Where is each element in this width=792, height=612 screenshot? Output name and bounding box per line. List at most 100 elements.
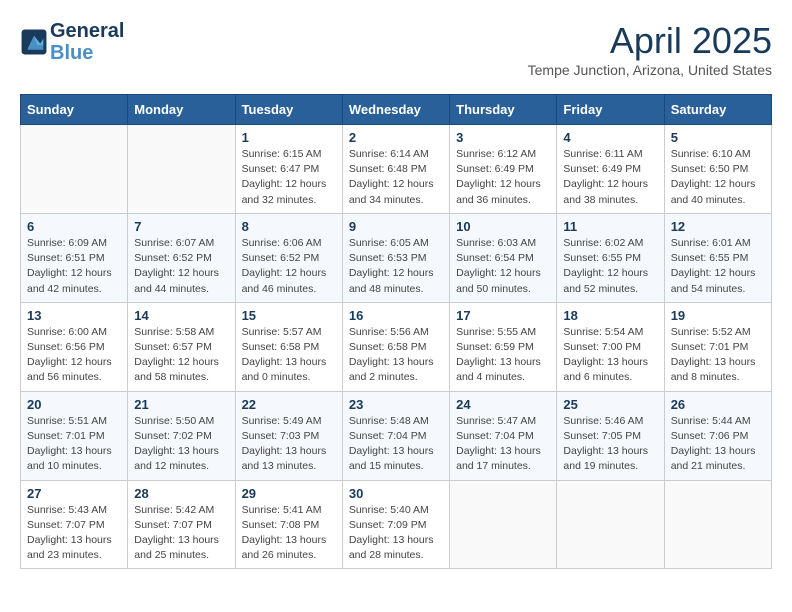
day-number: 15 (242, 308, 336, 323)
day-info: Sunrise: 6:07 AM Sunset: 6:52 PM Dayligh… (134, 236, 228, 297)
day-number: 20 (27, 397, 121, 412)
day-info: Sunrise: 6:05 AM Sunset: 6:53 PM Dayligh… (349, 236, 443, 297)
weekday-header-saturday: Saturday (664, 95, 771, 125)
calendar-cell: 10 Sunrise: 6:03 AM Sunset: 6:54 PM Dayli… (450, 213, 557, 302)
calendar-cell: 16Sunrise: 5:56 AM Sunset: 6:58 PM Dayli… (342, 302, 449, 391)
day-info: Sunrise: 5:47 AM Sunset: 7:04 PM Dayligh… (456, 414, 550, 475)
calendar-cell: 7 Sunrise: 6:07 AM Sunset: 6:52 PM Daylig… (128, 213, 235, 302)
calendar-cell: 9 Sunrise: 6:05 AM Sunset: 6:53 PM Daylig… (342, 213, 449, 302)
day-info: Sunrise: 5:43 AM Sunset: 7:07 PM Dayligh… (27, 503, 121, 564)
weekday-header-wednesday: Wednesday (342, 95, 449, 125)
day-number: 13 (27, 308, 121, 323)
weekday-header-sunday: Sunday (21, 95, 128, 125)
calendar-cell: 20 Sunrise: 5:51 AM Sunset: 7:01 PM Dayli… (21, 391, 128, 480)
day-number: 17 (456, 308, 550, 323)
day-info: Sunrise: 5:42 AM Sunset: 7:07 PM Dayligh… (134, 503, 228, 564)
weekday-header-tuesday: Tuesday (235, 95, 342, 125)
logo-text-general: General (50, 20, 124, 42)
calendar-cell: 27 Sunrise: 5:43 AM Sunset: 7:07 PM Dayli… (21, 480, 128, 569)
calendar-cell: 22 Sunrise: 5:49 AM Sunset: 7:03 PM Dayli… (235, 391, 342, 480)
week-row-1: 1 Sunrise: 6:15 AM Sunset: 6:47 PM Daylig… (21, 125, 772, 214)
calendar-cell: 6 Sunrise: 6:09 AM Sunset: 6:51 PM Daylig… (21, 213, 128, 302)
day-number: 27 (27, 486, 121, 501)
calendar-cell: 15Sunrise: 5:57 AM Sunset: 6:58 PM Dayli… (235, 302, 342, 391)
day-info: Sunrise: 5:52 AM Sunset: 7:01 PM Dayligh… (671, 325, 765, 386)
page-header: General Blue April 2025 Tempe Junction, … (20, 20, 772, 78)
calendar-cell: 21Sunrise: 5:50 AM Sunset: 7:02 PM Dayli… (128, 391, 235, 480)
week-row-2: 6 Sunrise: 6:09 AM Sunset: 6:51 PM Daylig… (21, 213, 772, 302)
calendar-cell: 30 Sunrise: 5:40 AM Sunset: 7:09 PM Dayli… (342, 480, 449, 569)
day-number: 29 (242, 486, 336, 501)
calendar-cell (128, 125, 235, 214)
week-row-4: 20 Sunrise: 5:51 AM Sunset: 7:01 PM Dayli… (21, 391, 772, 480)
day-number: 14 (134, 308, 228, 323)
day-number: 21 (134, 397, 228, 412)
day-info: Sunrise: 5:58 AM Sunset: 6:57 PM Dayligh… (134, 325, 228, 386)
calendar-cell: 18Sunrise: 5:54 AM Sunset: 7:00 PM Dayli… (557, 302, 664, 391)
day-info: Sunrise: 6:03 AM Sunset: 6:54 PM Dayligh… (456, 236, 550, 297)
day-info: Sunrise: 6:15 AM Sunset: 6:47 PM Dayligh… (242, 147, 336, 208)
calendar-cell: 26 Sunrise: 5:44 AM Sunset: 7:06 PM Dayli… (664, 391, 771, 480)
day-info: Sunrise: 5:46 AM Sunset: 7:05 PM Dayligh… (563, 414, 657, 475)
day-number: 26 (671, 397, 765, 412)
calendar-cell: 4 Sunrise: 6:11 AM Sunset: 6:49 PM Daylig… (557, 125, 664, 214)
logo-text-blue: Blue (50, 42, 124, 64)
day-number: 23 (349, 397, 443, 412)
calendar-cell: 17 Sunrise: 5:55 AM Sunset: 6:59 PM Dayli… (450, 302, 557, 391)
day-number: 30 (349, 486, 443, 501)
calendar-cell: 29 Sunrise: 5:41 AM Sunset: 7:08 PM Dayli… (235, 480, 342, 569)
calendar-cell: 13 Sunrise: 6:00 AM Sunset: 6:56 PM Dayli… (21, 302, 128, 391)
day-number: 3 (456, 130, 550, 145)
day-info: Sunrise: 5:48 AM Sunset: 7:04 PM Dayligh… (349, 414, 443, 475)
day-info: Sunrise: 6:12 AM Sunset: 6:49 PM Dayligh… (456, 147, 550, 208)
day-number: 5 (671, 130, 765, 145)
weekday-header-row: SundayMondayTuesdayWednesdayThursdayFrid… (21, 95, 772, 125)
day-number: 11 (563, 219, 657, 234)
day-info: Sunrise: 5:40 AM Sunset: 7:09 PM Dayligh… (349, 503, 443, 564)
calendar-cell (557, 480, 664, 569)
week-row-3: 13 Sunrise: 6:00 AM Sunset: 6:56 PM Dayli… (21, 302, 772, 391)
location: Tempe Junction, Arizona, United States (528, 62, 772, 78)
calendar-cell: 5 Sunrise: 6:10 AM Sunset: 6:50 PM Daylig… (664, 125, 771, 214)
day-number: 4 (563, 130, 657, 145)
day-info: Sunrise: 5:41 AM Sunset: 7:08 PM Dayligh… (242, 503, 336, 564)
day-number: 6 (27, 219, 121, 234)
logo: General Blue (20, 20, 124, 64)
day-info: Sunrise: 5:51 AM Sunset: 7:01 PM Dayligh… (27, 414, 121, 475)
calendar-cell: 12 Sunrise: 6:01 AM Sunset: 6:55 PM Dayli… (664, 213, 771, 302)
day-info: Sunrise: 5:55 AM Sunset: 6:59 PM Dayligh… (456, 325, 550, 386)
day-number: 9 (349, 219, 443, 234)
calendar-cell (664, 480, 771, 569)
month-title: April 2025 (528, 20, 772, 62)
day-number: 12 (671, 219, 765, 234)
title-block: April 2025 Tempe Junction, Arizona, Unit… (528, 20, 772, 78)
calendar-cell: 8 Sunrise: 6:06 AM Sunset: 6:52 PM Daylig… (235, 213, 342, 302)
day-number: 25 (563, 397, 657, 412)
calendar-cell: 1 Sunrise: 6:15 AM Sunset: 6:47 PM Daylig… (235, 125, 342, 214)
day-info: Sunrise: 6:00 AM Sunset: 6:56 PM Dayligh… (27, 325, 121, 386)
day-number: 19 (671, 308, 765, 323)
day-info: Sunrise: 6:10 AM Sunset: 6:50 PM Dayligh… (671, 147, 765, 208)
weekday-header-thursday: Thursday (450, 95, 557, 125)
calendar-cell: 23 Sunrise: 5:48 AM Sunset: 7:04 PM Dayli… (342, 391, 449, 480)
day-number: 16 (349, 308, 443, 323)
day-number: 22 (242, 397, 336, 412)
calendar-cell: 24Sunrise: 5:47 AM Sunset: 7:04 PM Dayli… (450, 391, 557, 480)
day-number: 8 (242, 219, 336, 234)
day-number: 10 (456, 219, 550, 234)
day-info: Sunrise: 6:14 AM Sunset: 6:48 PM Dayligh… (349, 147, 443, 208)
day-number: 7 (134, 219, 228, 234)
calendar-cell: 25 Sunrise: 5:46 AM Sunset: 7:05 PM Dayli… (557, 391, 664, 480)
day-info: Sunrise: 6:01 AM Sunset: 6:55 PM Dayligh… (671, 236, 765, 297)
day-info: Sunrise: 5:44 AM Sunset: 7:06 PM Dayligh… (671, 414, 765, 475)
day-info: Sunrise: 6:06 AM Sunset: 6:52 PM Dayligh… (242, 236, 336, 297)
calendar-table: SundayMondayTuesdayWednesdayThursdayFrid… (20, 94, 772, 569)
day-number: 1 (242, 130, 336, 145)
day-info: Sunrise: 6:11 AM Sunset: 6:49 PM Dayligh… (563, 147, 657, 208)
weekday-header-friday: Friday (557, 95, 664, 125)
day-info: Sunrise: 6:09 AM Sunset: 6:51 PM Dayligh… (27, 236, 121, 297)
day-info: Sunrise: 5:49 AM Sunset: 7:03 PM Dayligh… (242, 414, 336, 475)
day-number: 18 (563, 308, 657, 323)
calendar-cell: 2Sunrise: 6:14 AM Sunset: 6:48 PM Daylig… (342, 125, 449, 214)
day-number: 28 (134, 486, 228, 501)
